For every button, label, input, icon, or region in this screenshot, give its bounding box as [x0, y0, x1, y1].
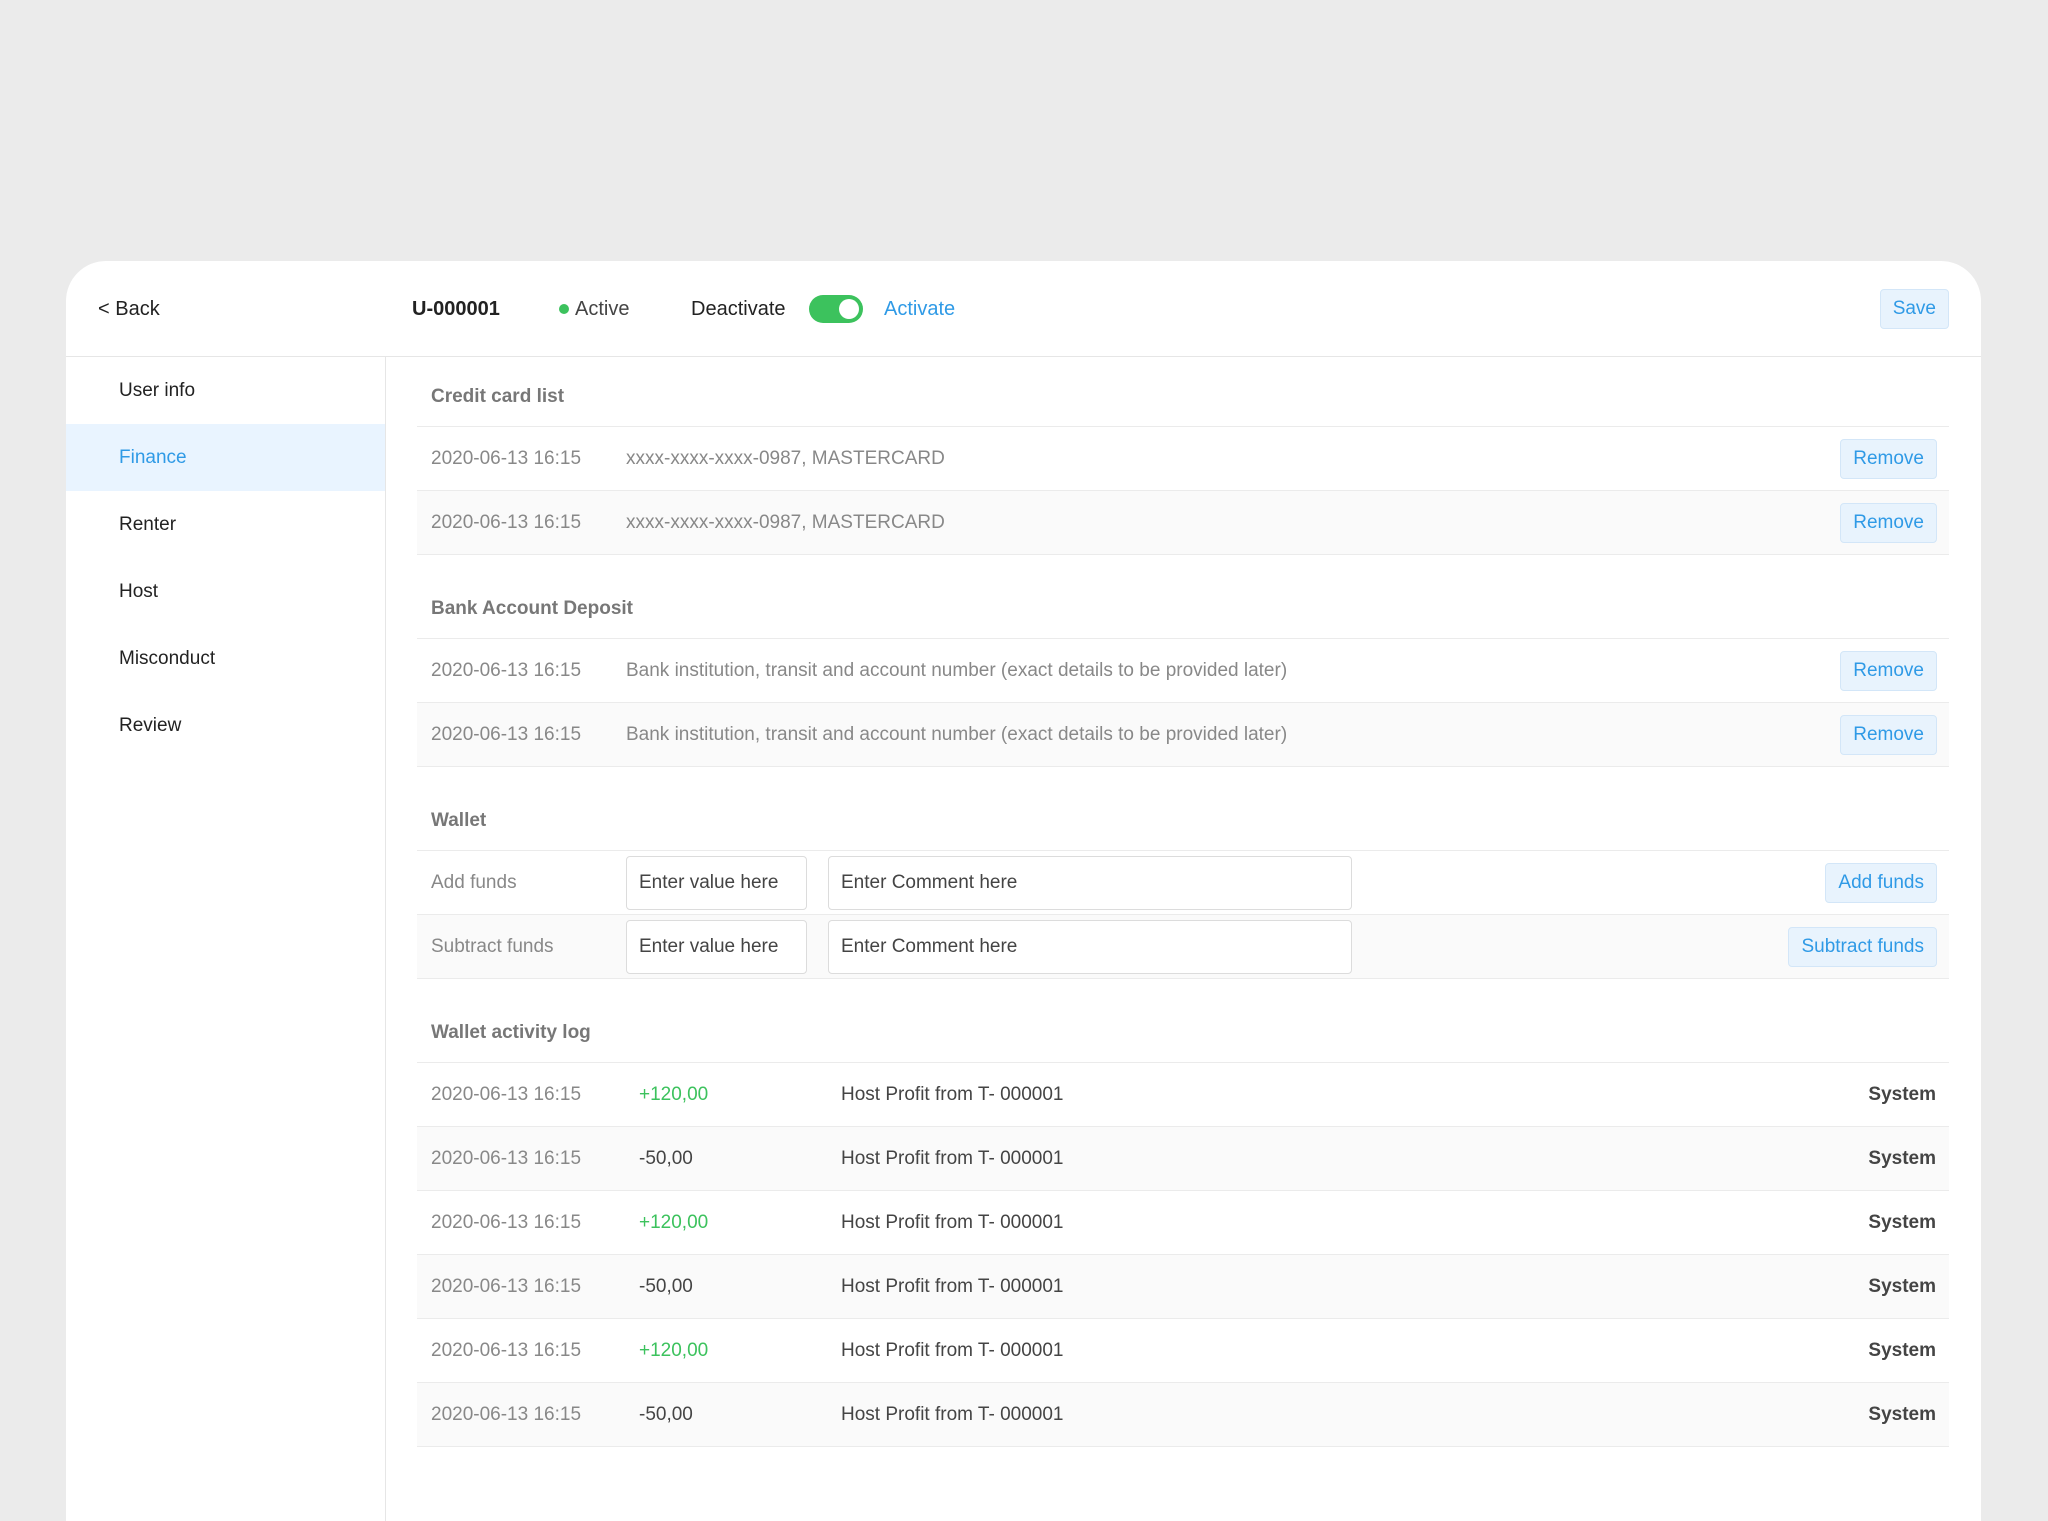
row-desc: Bank institution, transit and account nu… — [626, 723, 1288, 745]
row-date: 2020-06-13 16:15 — [431, 511, 582, 533]
row-date: 2020-06-13 16:15 — [431, 723, 582, 745]
sidebar-item-host[interactable]: Host — [66, 558, 385, 625]
page-header: < Back U-000001 Active Deactivate Activa… — [66, 261, 1981, 357]
sidebar-item-finance[interactable]: Finance — [66, 424, 385, 491]
row-amount: -50,00 — [639, 1275, 693, 1297]
wallet-section-title: Wallet — [417, 810, 1949, 851]
bank-section-title: Bank Account Deposit — [417, 598, 1949, 639]
add-comment-input[interactable] — [828, 855, 1352, 910]
status-badge: Active — [559, 261, 629, 357]
sidebar-item-review[interactable]: Review — [66, 692, 385, 759]
log-row: 2020-06-13 16:15 -50,00 Host Profit from… — [417, 1127, 1949, 1191]
row-date: 2020-06-13 16:15 — [431, 659, 582, 681]
table-row: 2020-06-13 16:15 Bank institution, trans… — [417, 639, 1949, 703]
deactivate-label: Deactivate — [691, 297, 786, 320]
row-date: 2020-06-13 16:15 — [431, 1403, 582, 1425]
row-desc: Host Profit from T- 000001 — [841, 1403, 1064, 1425]
add-funds-button[interactable]: Add funds — [1825, 862, 1937, 903]
credit-card-section-title: Credit card list — [417, 357, 1949, 427]
remove-bank-button[interactable]: Remove — [1840, 650, 1937, 691]
add-value-input[interactable] — [626, 855, 807, 910]
table-row: 2020-06-13 16:15 Bank institution, trans… — [417, 703, 1949, 767]
wallet-add-row: Add funds Add funds — [417, 851, 1949, 915]
row-amount: -50,00 — [639, 1147, 693, 1169]
log-row: 2020-06-13 16:15 +120,00 Host Profit fro… — [417, 1319, 1949, 1383]
subtract-comment-input[interactable] — [828, 919, 1352, 974]
row-desc: Host Profit from T- 000001 — [841, 1083, 1064, 1105]
table-row: 2020-06-13 16:15 xxxx-xxxx-xxxx-0987, MA… — [417, 491, 1949, 555]
log-row: 2020-06-13 16:15 -50,00 Host Profit from… — [417, 1255, 1949, 1319]
row-desc: Bank institution, transit and account nu… — [626, 659, 1288, 681]
user-id: U-000001 — [412, 297, 500, 320]
remove-card-button[interactable]: Remove — [1840, 438, 1937, 479]
sidebar-item-misconduct[interactable]: Misconduct — [66, 625, 385, 692]
row-amount: +120,00 — [639, 1083, 709, 1105]
subtract-funds-label: Subtract funds — [431, 935, 554, 957]
remove-bank-button[interactable]: Remove — [1840, 714, 1937, 755]
status-label: Active — [575, 297, 630, 320]
remove-card-button[interactable]: Remove — [1840, 502, 1937, 543]
row-date: 2020-06-13 16:15 — [431, 1275, 582, 1297]
row-actor: System — [1868, 1339, 1936, 1361]
sidebar: User info Finance Renter Host Misconduct… — [66, 357, 386, 1521]
row-date: 2020-06-13 16:15 — [431, 1083, 582, 1105]
row-desc: Host Profit from T- 000001 — [841, 1211, 1064, 1233]
sidebar-item-user-info[interactable]: User info — [66, 357, 385, 424]
finance-panel: Credit card list 2020-06-13 16:15 xxxx-x… — [417, 357, 1949, 1447]
save-button[interactable]: Save — [1879, 289, 1949, 329]
log-row: 2020-06-13 16:15 -50,00 Host Profit from… — [417, 1383, 1949, 1447]
log-row: 2020-06-13 16:15 +120,00 Host Profit fro… — [417, 1063, 1949, 1127]
activate-label[interactable]: Activate — [884, 261, 955, 357]
row-date: 2020-06-13 16:15 — [431, 1211, 582, 1233]
wallet-log-section-title: Wallet activity log — [417, 1022, 1949, 1063]
toggle-knob — [839, 299, 859, 319]
row-date: 2020-06-13 16:15 — [431, 1339, 582, 1361]
subtract-value-input[interactable] — [626, 919, 807, 974]
row-desc: Host Profit from T- 000001 — [841, 1147, 1064, 1169]
user-detail-card: < Back U-000001 Active Deactivate Activa… — [66, 261, 1981, 1521]
row-actor: System — [1868, 1403, 1936, 1425]
back-link[interactable]: < Back — [98, 261, 160, 357]
log-row: 2020-06-13 16:15 +120,00 Host Profit fro… — [417, 1191, 1949, 1255]
row-desc: Host Profit from T- 000001 — [841, 1275, 1064, 1297]
wallet-subtract-row: Subtract funds Subtract funds — [417, 915, 1949, 979]
status-dot-icon — [559, 304, 569, 314]
row-actor: System — [1868, 1275, 1936, 1297]
subtract-funds-button[interactable]: Subtract funds — [1788, 926, 1937, 967]
save-wrap: Save — [1879, 261, 1949, 357]
sidebar-item-renter[interactable]: Renter — [66, 491, 385, 558]
activation-toggle[interactable] — [809, 261, 863, 357]
row-amount: +120,00 — [639, 1339, 709, 1361]
row-amount: -50,00 — [639, 1403, 693, 1425]
row-actor: System — [1868, 1147, 1936, 1169]
row-desc: Host Profit from T- 000001 — [841, 1339, 1064, 1361]
row-date: 2020-06-13 16:15 — [431, 1147, 582, 1169]
table-row: 2020-06-13 16:15 xxxx-xxxx-xxxx-0987, MA… — [417, 427, 1949, 491]
row-actor: System — [1868, 1083, 1936, 1105]
toggle-track[interactable] — [809, 295, 863, 323]
row-desc: xxxx-xxxx-xxxx-0987, MASTERCARD — [626, 447, 945, 469]
row-amount: +120,00 — [639, 1211, 709, 1233]
add-funds-label: Add funds — [431, 871, 517, 893]
row-desc: xxxx-xxxx-xxxx-0987, MASTERCARD — [626, 511, 945, 533]
row-actor: System — [1868, 1211, 1936, 1233]
row-date: 2020-06-13 16:15 — [431, 447, 582, 469]
